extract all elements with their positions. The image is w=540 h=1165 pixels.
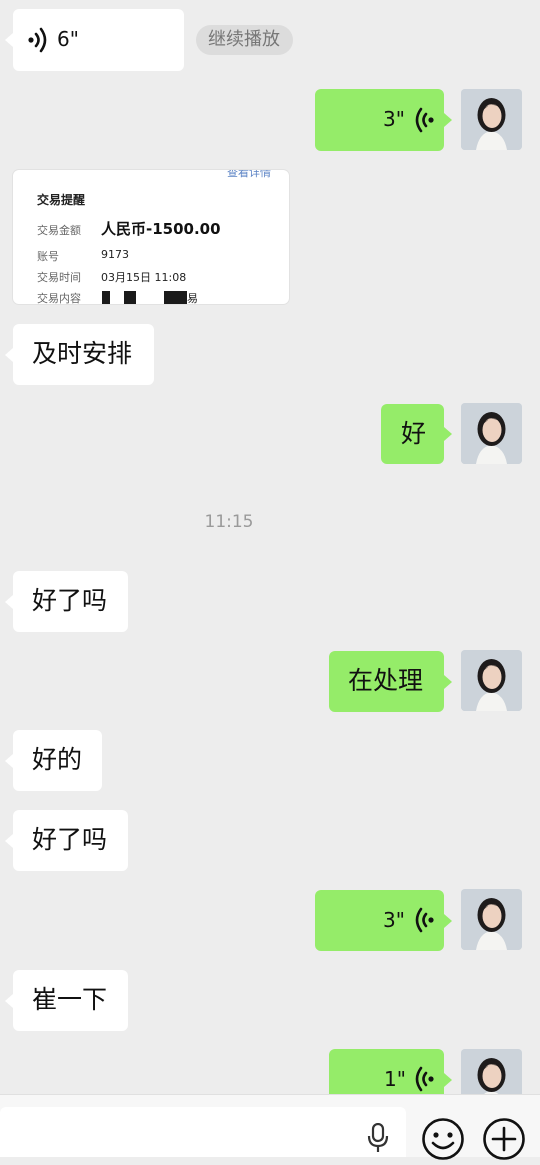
voice-wave-icon	[411, 1065, 435, 1093]
message-text: 崔一下	[32, 985, 108, 1014]
timestamp-divider: 11:15	[204, 512, 254, 532]
incoming-voice-message[interactable]: 6"	[5, 9, 184, 71]
voice-duration: 1"	[384, 1067, 406, 1091]
avatar[interactable]	[461, 89, 522, 150]
transaction-screenshot-image[interactable]: 查看详情 交易提醒 交易金额 人民币-1500.00 账号 9173 交易时间 …	[13, 170, 289, 304]
card-corner-link: 查看详情	[227, 170, 271, 179]
microphone-icon[interactable]	[366, 1122, 390, 1153]
outgoing-voice-message[interactable]: 3"	[315, 890, 452, 951]
input-bar	[0, 1094, 540, 1160]
voice-duration: 6"	[57, 27, 79, 51]
message-input[interactable]	[0, 1107, 406, 1157]
plus-icon[interactable]	[482, 1117, 526, 1161]
message-text: 好了吗	[32, 825, 108, 854]
message-text: 好了吗	[32, 586, 108, 615]
account-label: 账号	[37, 250, 59, 263]
outgoing-voice-message[interactable]: 3"	[315, 89, 452, 151]
voice-duration: 3"	[383, 107, 405, 131]
outgoing-text-message[interactable]: 好	[381, 404, 452, 464]
amount-label: 交易金额	[37, 224, 81, 237]
message-text: 好	[401, 419, 427, 448]
avatar[interactable]	[461, 650, 522, 711]
voice-wave-icon	[411, 906, 435, 934]
redaction-block	[124, 291, 136, 304]
redaction-block	[102, 291, 110, 304]
emoji-icon[interactable]	[421, 1117, 465, 1161]
redaction-block	[164, 291, 187, 304]
content-label: 交易内容	[37, 292, 81, 304]
message-text: 好的	[32, 745, 83, 774]
message-text: 及时安排	[32, 339, 133, 368]
avatar[interactable]	[461, 403, 522, 464]
message-text: 在处理	[348, 666, 424, 695]
time-label: 交易时间	[37, 271, 81, 284]
account-value: 9173	[101, 248, 129, 261]
incoming-text-message[interactable]: 好了吗	[5, 810, 128, 871]
incoming-text-message[interactable]: 好了吗	[5, 571, 128, 632]
voice-wave-icon	[411, 106, 435, 134]
avatar[interactable]	[461, 889, 522, 950]
outgoing-text-message[interactable]: 在处理	[329, 651, 452, 712]
card-title: 交易提醒	[37, 193, 86, 207]
amount-value: 人民币-1500.00	[101, 220, 221, 238]
content-tail: 易	[187, 292, 198, 304]
incoming-text-message[interactable]: 崔一下	[5, 970, 128, 1031]
voice-wave-icon	[27, 26, 51, 54]
continue-play-button[interactable]: 继续播放	[196, 25, 293, 55]
incoming-text-message[interactable]: 及时安排	[5, 324, 154, 385]
incoming-text-message[interactable]: 好的	[5, 730, 102, 791]
voice-duration: 3"	[383, 908, 405, 932]
time-value: 03月15日 11:08	[101, 271, 187, 284]
continue-play-label: 继续播放	[208, 29, 280, 50]
